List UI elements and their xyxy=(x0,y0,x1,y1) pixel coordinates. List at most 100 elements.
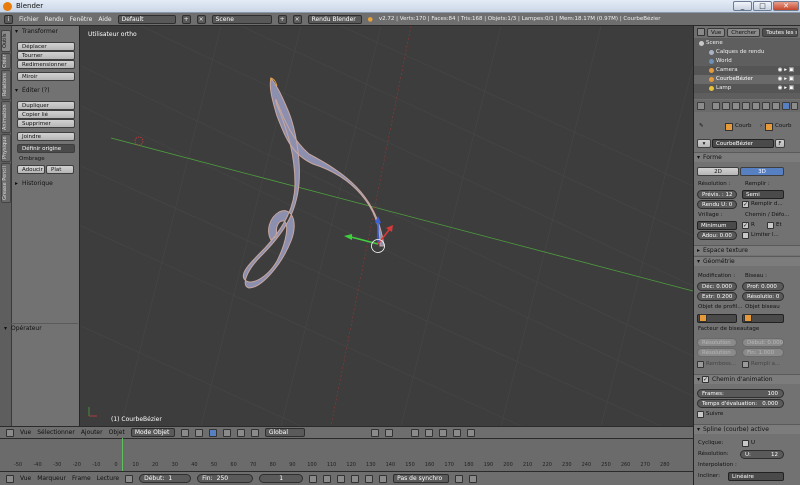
play-reverse-icon[interactable] xyxy=(337,474,346,483)
rotate-button[interactable]: Tourner xyxy=(17,51,75,60)
menu-render[interactable]: Rendu xyxy=(45,16,64,23)
menu-object[interactable]: Objet xyxy=(109,429,125,436)
bevel-end-field[interactable]: Fin: 1.000 xyxy=(742,348,784,357)
editor-type-icon[interactable]: i xyxy=(4,14,13,24)
texture-space-panel-header[interactable]: Espace texture xyxy=(694,245,800,256)
cyclic-u-checkbox[interactable] xyxy=(742,440,749,447)
frames-field[interactable]: Frames: 100 xyxy=(697,389,784,398)
keying-set-icon[interactable] xyxy=(469,474,478,483)
outliner-tab-view[interactable]: Vue xyxy=(707,27,726,37)
start-frame-field[interactable]: Début: 1 xyxy=(139,474,192,483)
outliner-tab-search[interactable]: Chercher xyxy=(727,27,761,37)
modifiers-tab-icon[interactable] xyxy=(772,102,780,110)
scene-add-icon[interactable]: + xyxy=(277,14,287,24)
current-frame-field[interactable]: 1 xyxy=(259,474,304,483)
viewport-canvas[interactable] xyxy=(81,26,693,426)
preview-resolution-field[interactable]: Prévis. : 12 xyxy=(697,190,737,199)
render-engine-selector[interactable]: Rendu Blender xyxy=(307,14,362,24)
active-spline-panel-header[interactable]: Spline (courbe) active xyxy=(694,424,800,435)
outliner-row-curve[interactable]: CourbeBézier ◉ ▸ ▣ xyxy=(694,75,800,84)
play-icon[interactable] xyxy=(351,474,360,483)
duplicate-linked-button[interactable]: Copier lié xyxy=(17,110,75,119)
menu-file[interactable]: Fichier xyxy=(19,16,39,23)
scene-selector[interactable]: Scene xyxy=(211,14,272,24)
timeline-editor-icon[interactable] xyxy=(6,474,14,483)
outliner-row-lamp[interactable]: Lamp ◉ ▸ ▣ xyxy=(694,84,800,93)
menu-select[interactable]: Sélectionner xyxy=(37,429,75,436)
fill-deformed-checkbox[interactable]: ✓ xyxy=(742,201,749,208)
fill-mode-selector[interactable]: Semi xyxy=(742,190,784,199)
timeline-menu-playback[interactable]: Lecture xyxy=(97,475,119,482)
outliner-row-render-layers[interactable]: Calques de rendu xyxy=(694,48,800,57)
bevel-start-field[interactable]: Début: 0.000 xyxy=(742,338,784,347)
shade-smooth-button[interactable]: Adoucir xyxy=(17,165,45,174)
lock-icon[interactable] xyxy=(410,428,419,437)
join-button[interactable]: Joindre xyxy=(17,132,75,141)
panel-transform-header[interactable]: Transformer xyxy=(13,27,79,37)
3d-viewport[interactable]: Utilisateur ortho (1) CourbeBézier xyxy=(81,26,693,426)
timeline-menu-view[interactable]: Vue xyxy=(20,475,31,482)
end-frame-field[interactable]: Fin: 250 xyxy=(197,474,254,483)
menu-help[interactable]: Aide xyxy=(98,16,111,23)
scale-icon[interactable] xyxy=(250,428,259,437)
geometry-panel-header[interactable]: Géométrie xyxy=(694,256,800,267)
stretch-checkbox[interactable] xyxy=(767,222,774,229)
resolution-u-field[interactable]: U: 12 xyxy=(740,450,784,459)
radius-checkbox[interactable]: ✓ xyxy=(742,222,749,229)
datablock-name-field[interactable]: CourbeBézier xyxy=(712,139,774,148)
translate-icon[interactable] xyxy=(222,428,231,437)
next-keyframe-icon[interactable] xyxy=(365,474,374,483)
tab-physics[interactable]: Physique xyxy=(1,134,11,162)
panel-operator-header[interactable]: Opérateur xyxy=(2,323,78,334)
path-animation-panel-header[interactable]: ✓Chemin d'animation xyxy=(694,374,800,385)
layout-selector[interactable]: Default xyxy=(117,14,176,24)
dimension-2d-button[interactable]: 2D xyxy=(697,167,739,176)
bevel-end-mapping-field[interactable]: Résolution xyxy=(697,348,737,357)
breadcrumb-data[interactable]: Courb xyxy=(775,123,791,129)
tab-tools[interactable]: Outils xyxy=(1,30,11,52)
pivot-icon[interactable] xyxy=(194,428,203,437)
minimize-button[interactable]: _ xyxy=(733,1,752,11)
scene-remove-icon[interactable]: × xyxy=(292,14,302,24)
pin-icon[interactable]: ✎ xyxy=(699,123,704,129)
menu-add[interactable]: Ajouter xyxy=(81,429,103,436)
layout-remove-icon[interactable]: × xyxy=(196,14,206,24)
keyframe-type-icon[interactable] xyxy=(455,474,464,483)
outliner-tab-all-scenes[interactable]: Toutes les scènes xyxy=(762,27,799,37)
eval-time-field[interactable]: Temps d'évaluation: 0.000 xyxy=(697,399,784,408)
snap-target-icon[interactable] xyxy=(438,428,447,437)
sync-mode-selector[interactable]: Pas de synchro xyxy=(393,474,450,483)
render-resolution-field[interactable]: Rendu U: 0 xyxy=(697,200,737,209)
tilt-interpolation-selector[interactable]: Linéaire xyxy=(728,472,784,481)
bounds-clamp-checkbox[interactable] xyxy=(742,232,749,239)
timeline-menu-frame[interactable]: Frame xyxy=(72,475,91,482)
set-origin-dropdown[interactable]: Définir origine xyxy=(17,144,75,153)
fill-caps-checkbox[interactable] xyxy=(697,361,704,368)
scale-button[interactable]: Redimensionner xyxy=(17,60,75,69)
rotate-icon[interactable] xyxy=(236,428,245,437)
constraints-tab-icon[interactable] xyxy=(762,102,770,110)
current-frame-marker[interactable] xyxy=(122,438,123,471)
properties-editor-icon[interactable] xyxy=(697,102,705,110)
world-tab-icon[interactable] xyxy=(742,102,750,110)
panel-history-header[interactable]: Historique xyxy=(13,179,79,189)
mirror-button[interactable]: Miroir xyxy=(17,72,75,81)
follow-checkbox[interactable] xyxy=(697,411,704,418)
outliner-editor-icon[interactable] xyxy=(697,28,705,36)
extrude-field[interactable]: Extr: 0.200 xyxy=(697,292,737,301)
curve-data-tab-icon[interactable] xyxy=(782,102,790,110)
outliner-row-world[interactable]: World xyxy=(694,57,800,66)
panel-edit-header[interactable]: Éditer (?) xyxy=(13,86,79,96)
outliner-row-camera[interactable]: Camera ◉ ▸ ▣ xyxy=(694,66,800,75)
scene-tab-icon[interactable] xyxy=(732,102,740,110)
shading-icon[interactable] xyxy=(180,428,189,437)
fake-user-button[interactable]: F xyxy=(775,139,785,148)
outliner-row-scene[interactable]: Scene xyxy=(694,39,800,48)
menu-view[interactable]: Vue xyxy=(20,429,31,436)
layer-buttons-icon[interactable] xyxy=(370,428,379,437)
tab-grease-pencil[interactable]: Grease Pencil xyxy=(1,163,11,203)
map-taper-checkbox[interactable] xyxy=(742,361,749,368)
smooth-field[interactable]: Adou: 0.00 xyxy=(697,231,737,240)
record-icon[interactable] xyxy=(125,474,134,483)
orientation-selector[interactable]: Global xyxy=(264,428,305,437)
